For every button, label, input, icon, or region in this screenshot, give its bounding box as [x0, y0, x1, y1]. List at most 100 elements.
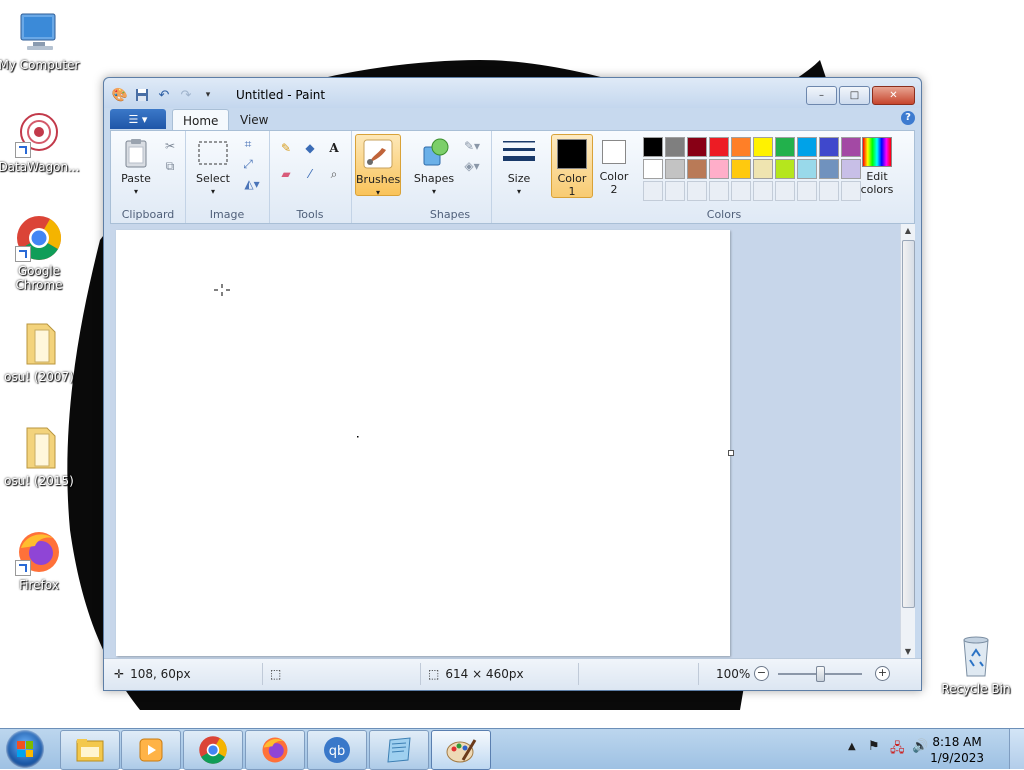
desktop-icon-label: osu! (2015) [4, 474, 74, 488]
size-button[interactable]: Size ▾ [499, 137, 539, 198]
rotate-icon[interactable]: ◭▾ [239, 175, 265, 193]
help-button[interactable]: ? [901, 111, 915, 125]
palette-swatch-empty[interactable] [643, 181, 663, 201]
palette-swatch[interactable] [819, 159, 839, 179]
palette-swatch[interactable] [665, 137, 685, 157]
taskbar-chrome[interactable] [183, 730, 243, 770]
desktop-icon-osu-2007[interactable]: osu! (2007) [0, 320, 81, 384]
paint-menu-button[interactable]: ☰ ▾ [110, 109, 166, 129]
taskbar-paint[interactable] [431, 730, 491, 770]
scroll-thumb[interactable] [902, 240, 915, 608]
color1-button[interactable]: Color 1 [551, 134, 593, 198]
scroll-up-icon[interactable]: ▲ [901, 224, 915, 238]
redo-icon[interactable]: ↷ [178, 87, 194, 103]
palette-swatch[interactable] [775, 137, 795, 157]
taskbar-qbittorrent[interactable]: qb [307, 730, 367, 770]
desktop-icon-datawagon[interactable]: DataWagon... [0, 110, 81, 174]
palette-swatch-empty[interactable] [753, 181, 773, 201]
copy-icon[interactable]: ⧉ [161, 157, 179, 175]
edit-colors-button[interactable]: Edit colors [855, 137, 899, 196]
palette-swatch[interactable] [731, 159, 751, 179]
drawing-canvas[interactable] [116, 230, 730, 656]
palette-swatch[interactable] [797, 137, 817, 157]
palette-swatch[interactable] [709, 159, 729, 179]
paint-window: 🎨 ↶ ↷ ▾ Untitled - Paint – □ ✕ ☰ ▾ Home … [103, 77, 922, 691]
paste-button[interactable]: Paste ▾ [117, 137, 155, 198]
volume-icon[interactable]: 🔊 [912, 739, 928, 754]
show-desktop-button[interactable] [1009, 729, 1024, 769]
color2-swatch [602, 140, 626, 164]
select-button[interactable]: Select ▾ [193, 137, 233, 198]
palette-swatch[interactable] [687, 159, 707, 179]
palette-swatch[interactable] [643, 159, 663, 179]
fill-icon[interactable]: ◆ [301, 139, 319, 157]
shapes-button[interactable]: Shapes ▾ [413, 137, 455, 198]
chevron-down-icon: ▾ [516, 187, 521, 196]
taskbar-firefox[interactable] [245, 730, 305, 770]
palette-swatch[interactable] [775, 159, 795, 179]
scroll-down-icon[interactable]: ▼ [901, 645, 915, 659]
palette-swatch-empty[interactable] [775, 181, 795, 201]
palette-swatch-empty[interactable] [731, 181, 751, 201]
taskbar-media-player[interactable] [121, 730, 181, 770]
paste-label: Paste [121, 172, 151, 185]
crop-icon[interactable]: ⌗ [239, 135, 257, 153]
palette-swatch-empty[interactable] [797, 181, 817, 201]
undo-icon[interactable]: ↶ [156, 87, 172, 103]
text-icon[interactable]: A [325, 139, 343, 157]
color-picker-icon[interactable]: ⁄ [301, 165, 319, 183]
clock[interactable]: 8:18 AM 1/9/2023 [930, 734, 984, 766]
zoom-out-button[interactable]: − [754, 666, 769, 681]
taskbar-explorer[interactable] [60, 730, 120, 770]
color1-label: Color [557, 172, 587, 185]
shortcut-arrow-icon [15, 142, 31, 158]
edit-colors-icon [862, 137, 892, 167]
palette-swatch-empty[interactable] [819, 181, 839, 201]
color2-button[interactable]: Color 2 [595, 134, 633, 196]
palette-swatch[interactable] [709, 137, 729, 157]
palette-swatch[interactable] [819, 137, 839, 157]
palette-swatch[interactable] [665, 159, 685, 179]
network-icon[interactable]: 🖧 [890, 739, 905, 761]
resize-handle-right[interactable] [728, 450, 734, 456]
maximize-button[interactable]: □ [839, 86, 870, 105]
tab-view[interactable]: View [230, 109, 278, 130]
vertical-scrollbar[interactable]: ▲ ▼ [900, 224, 915, 659]
zoom-slider-thumb[interactable] [815, 666, 825, 682]
desktop-icon-osu-2015[interactable]: osu! (2015) [0, 424, 81, 488]
taskbar-notepad[interactable] [369, 730, 429, 770]
show-hidden-icons-icon[interactable]: ▲ [848, 741, 856, 752]
save-icon[interactable] [134, 87, 150, 103]
cut-icon[interactable]: ✂ [161, 137, 179, 155]
brushes-button[interactable]: Brushes ▾ [355, 134, 401, 197]
fill-shape-icon[interactable]: ◈▾ [459, 157, 485, 175]
minimize-button[interactable]: – [806, 86, 837, 105]
color2-label: Color [599, 170, 629, 183]
close-button[interactable]: ✕ [872, 86, 915, 105]
palette-swatch[interactable] [731, 137, 751, 157]
tab-home[interactable]: Home [172, 109, 230, 131]
palette-swatch[interactable] [753, 137, 773, 157]
desktop-icon-recycle-bin[interactable]: Recycle Bin [934, 632, 1018, 696]
magnifier-icon[interactable]: ⌕ [325, 165, 343, 183]
palette-swatch[interactable] [797, 159, 817, 179]
action-center-icon[interactable]: ⚑ [868, 739, 880, 754]
start-button[interactable] [6, 730, 44, 768]
palette-swatch[interactable] [687, 137, 707, 157]
palette-swatch-empty[interactable] [709, 181, 729, 201]
palette-swatch[interactable] [753, 159, 773, 179]
desktop-icon-firefox[interactable]: Firefox [0, 528, 81, 592]
folder-icon [15, 424, 63, 472]
outline-icon[interactable]: ✎▾ [459, 137, 485, 155]
palette-swatch[interactable] [643, 137, 663, 157]
paint-app-icon[interactable]: 🎨 [112, 87, 128, 103]
desktop-icon-my-computer[interactable]: My Computer [0, 8, 81, 72]
customize-qat-icon[interactable]: ▾ [200, 87, 216, 103]
palette-swatch-empty[interactable] [665, 181, 685, 201]
zoom-in-button[interactable]: + [875, 666, 890, 681]
desktop-icon-google-chrome[interactable]: Google Chrome [0, 214, 81, 292]
palette-swatch-empty[interactable] [687, 181, 707, 201]
eraser-icon[interactable]: ▰ [277, 165, 295, 183]
resize-icon[interactable]: ⤢ [239, 155, 257, 173]
pencil-icon[interactable]: ✎ [277, 139, 295, 157]
